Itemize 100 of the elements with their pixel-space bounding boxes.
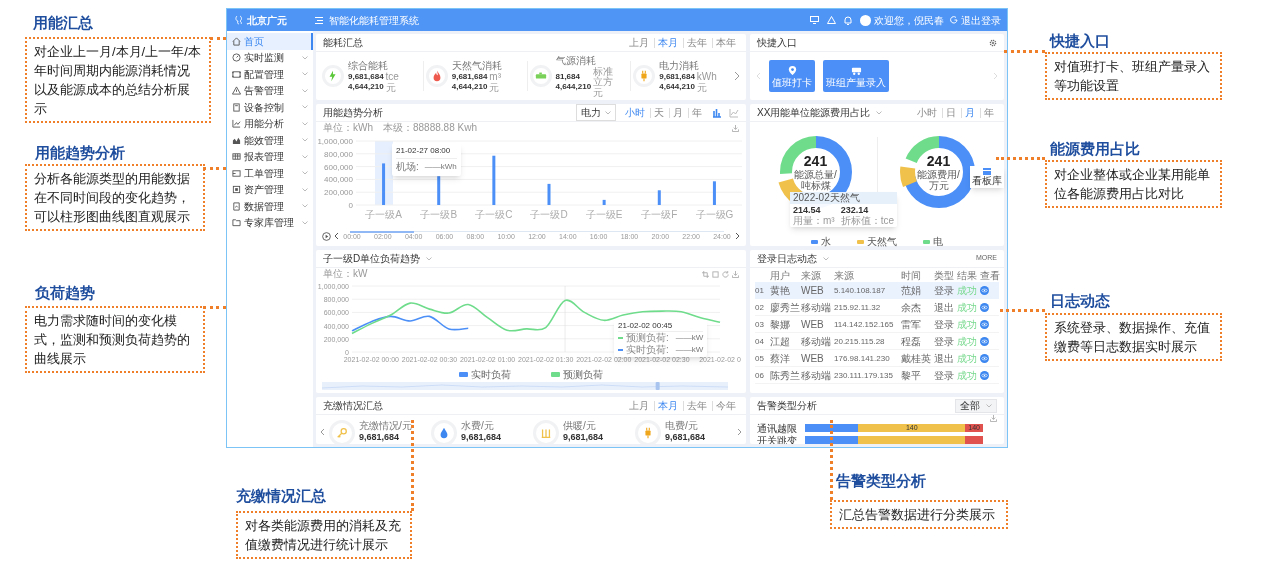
axis-label: 600,000 (324, 162, 353, 172)
period-tab[interactable]: 年 (980, 107, 997, 118)
location-pin-icon (786, 64, 798, 76)
period-tab[interactable]: 月 (669, 107, 686, 118)
tooltip-label: 预测负荷: (626, 333, 669, 343)
area-chart-icon (232, 135, 241, 145)
play-button[interactable] (322, 231, 331, 241)
data-zoom-slider[interactable] (322, 382, 728, 390)
bar (437, 176, 441, 205)
log-row[interactable]: 02 廖秀兰移动端 215.92.11.32 余杰 退出 成功 (755, 299, 999, 316)
avatar[interactable] (860, 14, 871, 26)
sidebar-item[interactable]: 能效管理 (227, 132, 313, 149)
chevron-icon (876, 110, 883, 115)
period-tab[interactable]: 小时 (914, 107, 940, 118)
sidebar-item[interactable]: 专家库管理 (227, 214, 313, 231)
log-row[interactable]: 01 黄艳 WEB 5.140.108.187 范娟 登录 成功 (755, 282, 999, 299)
crop-icon[interactable] (702, 270, 709, 278)
shortcut-button[interactable]: 班组产量录入 (823, 60, 889, 92)
bell-icon[interactable] (844, 15, 852, 25)
energy-dropdown[interactable]: 电力 (576, 104, 616, 121)
unit-label: 元 (489, 81, 501, 93)
period-tab[interactable]: 上月 (626, 400, 652, 411)
sidebar-item[interactable]: 实时监测 (227, 49, 313, 66)
eye-icon[interactable] (980, 336, 989, 346)
period-tab[interactable]: 本年 (712, 37, 739, 48)
callout-text: 对企业整体或企业某用能单位各能源费用占比对比 (1045, 160, 1222, 208)
tooltip-label: 折标值：tce (840, 215, 894, 226)
bar (382, 163, 386, 205)
period-tab[interactable]: 本月 (654, 400, 681, 411)
period-tab[interactable]: 小时 (622, 107, 648, 118)
sidebar-item[interactable]: 设备控制 (227, 99, 313, 116)
table-cell-text: WEB (801, 285, 825, 296)
sidebar-item[interactable]: 告警管理 (227, 82, 313, 99)
table-cell-text: 成功 (957, 369, 978, 381)
eye-icon[interactable] (980, 370, 989, 380)
sidebar-item[interactable]: 配置管理 (227, 66, 313, 83)
log-row[interactable]: 04 江超 移动端 20.215.115.28 程磊 登录 成功 (755, 333, 999, 350)
period-tab[interactable]: 月 (961, 107, 978, 118)
sidebar-item[interactable]: 工单管理 (227, 165, 313, 182)
download-icon[interactable] (732, 124, 739, 132)
sidebar-item[interactable]: 首页 (227, 33, 313, 50)
table-cell-text: 蔡洋 (770, 352, 791, 364)
shortcut-button[interactable]: 值班打卡 (769, 60, 815, 92)
metric-label: 充缴情况/元 (359, 420, 412, 432)
download-icon[interactable] (990, 415, 997, 422)
axis-label: 400,000 (324, 175, 353, 185)
eye-icon[interactable] (980, 286, 989, 295)
cost-value: 4,644,210 (659, 82, 695, 92)
log-row[interactable]: 03 黎娜 WEB 114.142.152.165 雷军 登录 成功 (755, 316, 999, 333)
period-tab[interactable]: 本月 (654, 37, 681, 48)
leader-line (1000, 309, 1045, 312)
metric-label: 电费/元 (665, 420, 699, 432)
sidebar-item[interactable]: 用能分析 (227, 115, 313, 132)
tooltip-value: 214.54 (793, 205, 822, 215)
key-icon (336, 427, 348, 439)
welcome-text: 欢迎您，倪民春 (874, 13, 944, 28)
filter-dropdown[interactable]: 全部 (955, 398, 997, 413)
table-cell-text: 成功 (957, 335, 978, 347)
download-icon[interactable] (732, 270, 739, 278)
table-icon (232, 152, 241, 162)
period-tab[interactable]: 去年 (683, 400, 710, 411)
refresh-icon[interactable] (722, 270, 729, 278)
table-cell-text: WEB (801, 352, 825, 364)
slider-handle[interactable] (655, 382, 660, 390)
copy-icon[interactable] (712, 270, 719, 278)
warning-icon[interactable] (827, 16, 836, 24)
eye-icon[interactable] (980, 319, 989, 329)
period-tab[interactable]: 今年 (712, 400, 739, 411)
water-drop-icon (438, 427, 450, 439)
metric-label: 气源消耗 (555, 54, 597, 67)
sidebar-item[interactable]: 报表管理 (227, 148, 313, 165)
monitor-icon[interactable] (810, 16, 819, 24)
period-tab[interactable]: 去年 (683, 37, 710, 48)
period-tab[interactable]: 年 (688, 107, 705, 118)
period-tab[interactable]: 日 (942, 107, 959, 118)
settings-icon[interactable] (989, 38, 997, 47)
home-icon (232, 36, 241, 46)
eye-icon[interactable] (980, 302, 989, 312)
tooltip-title: 2022-02天然气 (790, 192, 897, 204)
sidebar-item[interactable]: 数据管理 (227, 198, 313, 215)
menu-icon[interactable] (315, 16, 323, 24)
logout-link[interactable]: 退出登录 (961, 12, 1001, 28)
eye-icon[interactable] (980, 353, 989, 363)
table-cell-text: 黎娜 (770, 318, 791, 330)
period-tab[interactable]: 天 (650, 107, 667, 118)
log-row[interactable]: 06 陈秀兰移动端 230.111.179.135 黎平 登录 成功 (755, 367, 999, 384)
callout-title: 负荷趋势 (35, 283, 95, 303)
metric-label: 天然气消耗 (451, 59, 503, 72)
line-chart-icon[interactable] (729, 107, 739, 118)
logout-icon[interactable] (950, 16, 958, 24)
category-label: 开关跳变 (757, 434, 798, 444)
log-row[interactable]: 05 蔡洋 WEB 176.98.141.230 戴桂英 退出 成功 (755, 350, 999, 367)
column-header: 来源 (801, 269, 822, 281)
table-cell-text: 登录 (934, 335, 955, 347)
unit-label: kWh (696, 71, 717, 82)
period-tab[interactable]: 上月 (626, 37, 652, 48)
bar-chart-icon[interactable] (712, 107, 722, 118)
sidebar-item[interactable]: 资产管理 (227, 181, 313, 198)
board-button[interactable]: 看板库 (970, 166, 1004, 188)
table-cell-text: 移动端 (801, 369, 832, 381)
